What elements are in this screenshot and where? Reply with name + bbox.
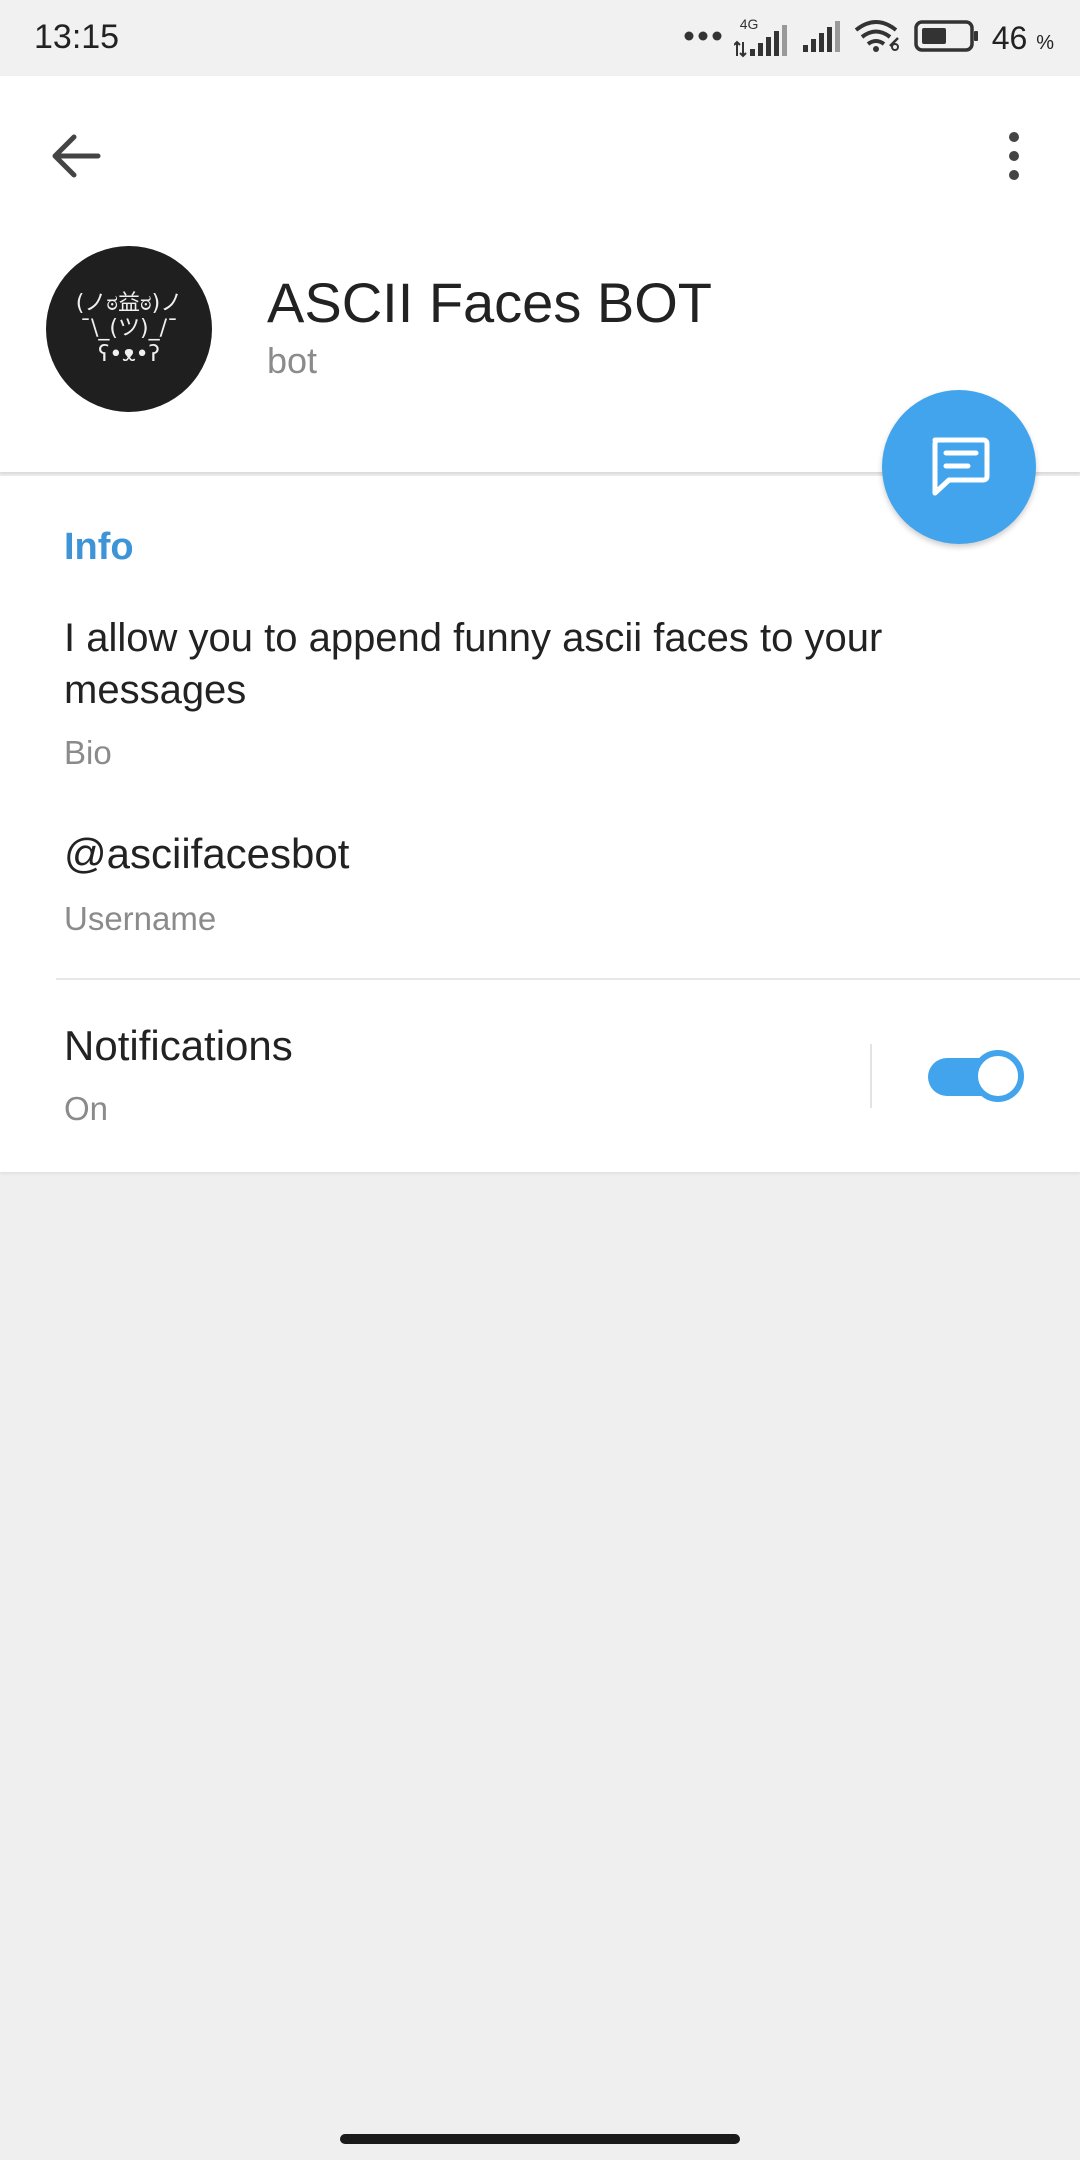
more-vertical-icon — [1009, 132, 1019, 180]
profile-name: ASCII Faces BOT — [267, 271, 712, 334]
back-button[interactable] — [40, 120, 112, 192]
battery-percent-unit: % — [1036, 31, 1054, 54]
username-label: Username — [64, 900, 217, 937]
battery-percent-text: 46 % — [992, 20, 1054, 57]
wifi-icon — [854, 18, 902, 59]
battery-icon — [913, 19, 980, 58]
avatar-line: (ノಠ益ಠ)ノ — [75, 291, 183, 317]
status-time: 13:15 — [34, 18, 120, 56]
divider — [56, 978, 1080, 980]
status-icons: 4G 46 % — [684, 16, 1054, 60]
avatar-line: ¯\_(ツ)_/¯ — [80, 316, 178, 342]
profile-subtitle: bot — [267, 340, 318, 381]
screen: 13:15 4G 46 % (ノಠ益ಠ)ノ ¯\_(ツ)_/¯ ʕ•ᴥ•ʔ AS… — [0, 0, 1080, 2160]
avatar-line: ʕ•ᴥ•ʔ — [98, 341, 160, 367]
notifications-toggle[interactable] — [926, 1050, 1024, 1102]
info-section: Info I allow you to append funny ascii f… — [0, 476, 1080, 1172]
info-section-title: Info — [64, 526, 134, 568]
notifications-separator — [870, 1044, 872, 1108]
battery-percent-value: 46 — [991, 19, 1028, 56]
arrow-left-icon — [52, 134, 101, 178]
more-options-button[interactable] — [988, 120, 1040, 192]
bio-text[interactable]: I allow you to append funny ascii faces … — [64, 612, 1024, 716]
bio-label: Bio — [64, 734, 112, 771]
signal-4g-icon: 4G — [733, 16, 790, 58]
message-icon — [932, 437, 990, 496]
send-message-button[interactable] — [882, 390, 1036, 544]
signal-icon — [802, 19, 842, 58]
username-text[interactable]: @asciifacesbot — [64, 830, 349, 878]
toggle-knob — [972, 1050, 1024, 1102]
avatar[interactable]: (ノಠ益ಠ)ノ ¯\_(ツ)_/¯ ʕ•ᴥ•ʔ — [46, 246, 212, 412]
more-dots-icon — [684, 29, 722, 47]
status-bar: 13:15 4G 46 % — [0, 0, 1080, 76]
home-indicator[interactable] — [340, 2134, 740, 2144]
notifications-title[interactable]: Notifications — [64, 1022, 293, 1070]
notifications-status: On — [64, 1090, 109, 1127]
